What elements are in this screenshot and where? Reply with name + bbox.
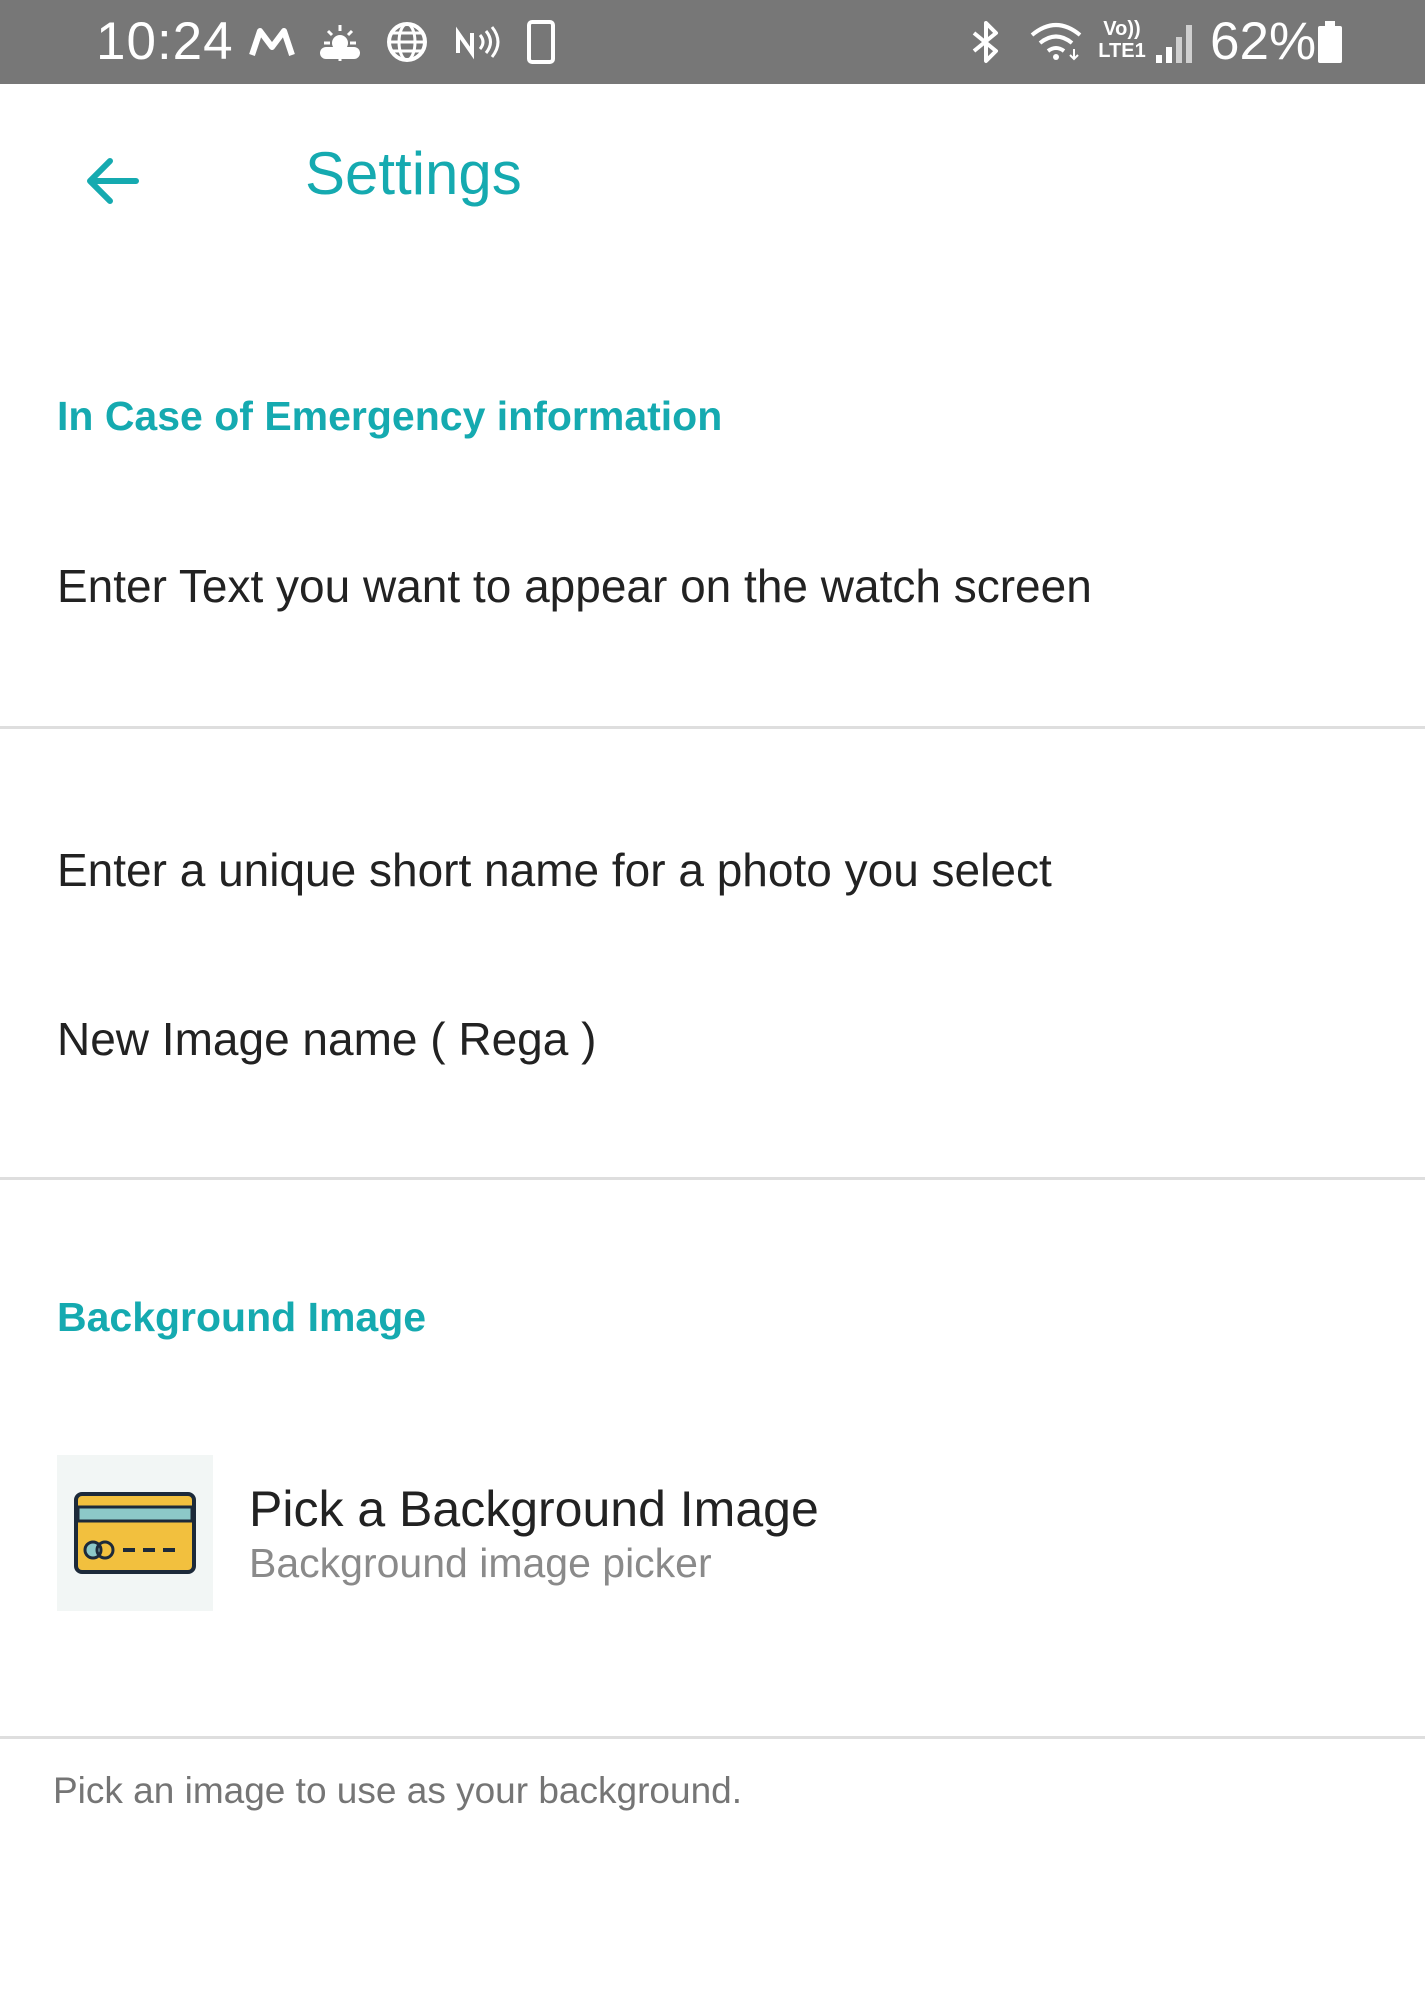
image-name-prompt: Enter a unique short name for a photo yo…: [57, 844, 1052, 896]
page-title: Settings: [305, 140, 522, 207]
gmail-icon: [249, 28, 295, 56]
app-bar: Settings: [0, 84, 1425, 264]
arrow-left-icon: [87, 158, 139, 204]
divider: [0, 1177, 1425, 1180]
image-name-field[interactable]: New Image name ( Rega ): [57, 1012, 596, 1066]
bluetooth-icon: [972, 21, 998, 63]
battery-percent: 62%: [1210, 12, 1317, 71]
volte-icon: Vo)) LTE1: [1094, 18, 1150, 66]
background-section-header: Background Image: [57, 1294, 427, 1340]
picker-subtitle: Background image picker: [249, 1540, 712, 1586]
status-time: 10:24: [96, 12, 234, 71]
picker-title: Pick a Background Image: [249, 1481, 819, 1537]
volte-label-top: Vo)): [1103, 18, 1141, 40]
signal-icon: [1156, 25, 1192, 63]
wifi-icon: [1030, 23, 1082, 61]
weather-icon: [320, 25, 360, 61]
background-description: Pick an image to use as your background.: [53, 1770, 742, 1811]
phone-outline-icon: [527, 20, 555, 64]
divider: [0, 1736, 1425, 1739]
globe-icon: [387, 22, 427, 62]
picker-thumbnail: [57, 1455, 213, 1611]
nfc-icon: [456, 26, 500, 60]
emergency-section-header: In Case of Emergency information: [57, 393, 723, 439]
emergency-text-field[interactable]: Enter Text you want to appear on the wat…: [57, 559, 1092, 613]
credit-card-icon: [74, 1492, 196, 1574]
pick-background-image-row[interactable]: Pick a Background Image Background image…: [0, 1430, 1425, 1611]
status-bar: 10:24 Vo)) LTE1 62%: [0, 0, 1425, 84]
battery-icon: [1318, 21, 1342, 63]
divider: [0, 726, 1425, 729]
volte-label-bottom: LTE1: [1098, 40, 1146, 62]
back-button[interactable]: [70, 139, 154, 223]
